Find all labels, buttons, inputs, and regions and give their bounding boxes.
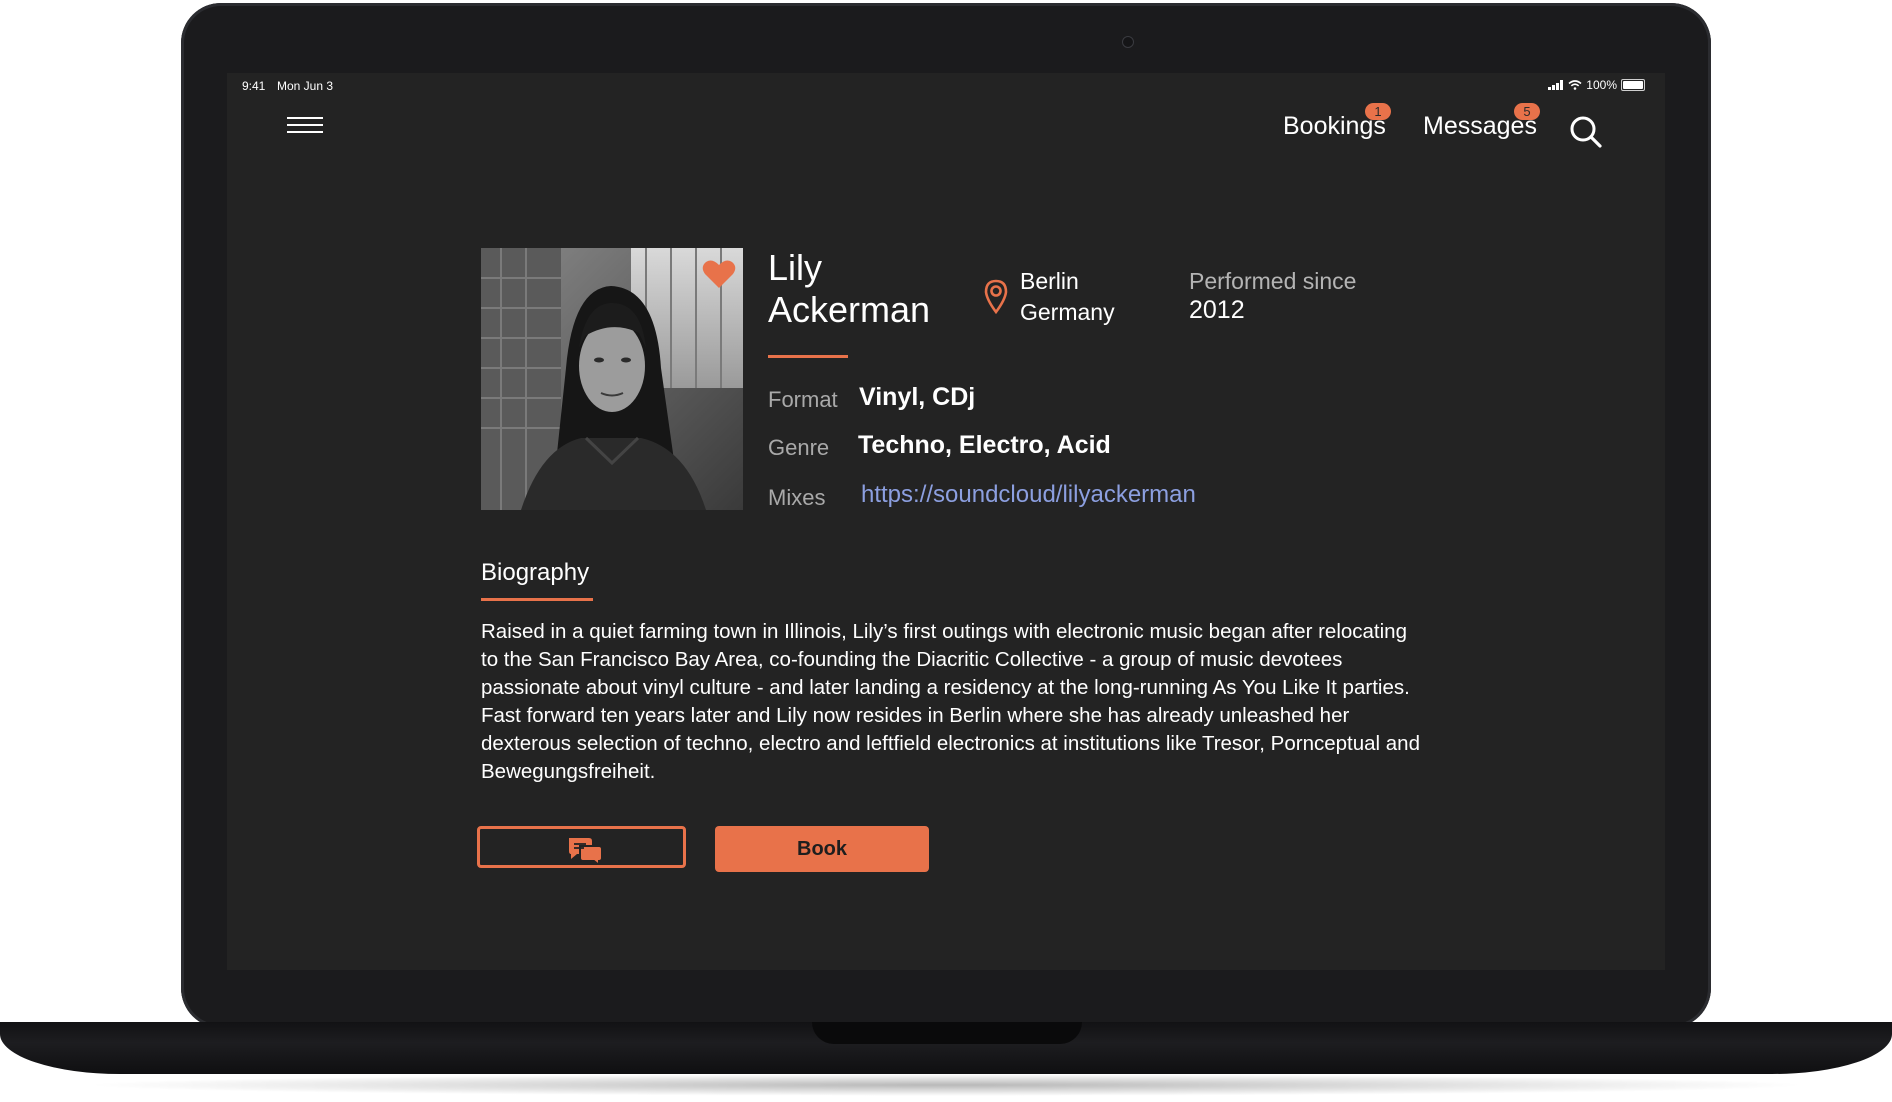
chat-bubbles-icon	[569, 838, 603, 865]
status-date: Mon Jun 3	[277, 79, 334, 93]
heart-icon[interactable]	[702, 259, 736, 289]
laptop-notch	[812, 1022, 1082, 1044]
location-country: Germany	[1020, 299, 1115, 325]
name-underline	[768, 355, 848, 358]
battery-icon	[1621, 79, 1645, 91]
performed-since-value: 2012	[1189, 296, 1245, 324]
signal-icon	[1548, 80, 1564, 90]
bookings-count-badge: 1	[1365, 103, 1391, 120]
biography-heading: Biography	[481, 559, 590, 586]
location-city: Berlin	[1020, 268, 1079, 294]
wifi-icon	[1568, 80, 1582, 90]
format-label: Format	[768, 387, 838, 412]
biography-text: Raised in a quiet farming town in Illino…	[481, 620, 1420, 783]
battery-percent: 100%	[1586, 78, 1617, 92]
message-button[interactable]	[477, 826, 686, 868]
performed-since-label: Performed since	[1189, 268, 1357, 294]
app-screen: 9:41 Mon Jun 3 100% Bookings 1 Messages …	[227, 73, 1665, 970]
book-button[interactable]: Book	[715, 826, 929, 872]
search-icon[interactable]	[1569, 115, 1603, 149]
status-indicators: 100%	[1548, 78, 1645, 92]
format-value: Vinyl, CDj	[859, 383, 976, 411]
messages-count-badge: 5	[1514, 103, 1540, 120]
mixes-label: Mixes	[768, 485, 826, 510]
artist-last-name: Ackerman	[768, 289, 931, 330]
artist-location: Berlin Germany	[1020, 266, 1115, 328]
nav-bookings[interactable]: Bookings 1	[1283, 103, 1391, 141]
laptop-shadow	[80, 1074, 1812, 1096]
mixes-link[interactable]: https://soundcloud/lilyackerman	[861, 481, 1196, 509]
artist-name: Lily Ackerman	[768, 247, 930, 331]
camera-dot	[1122, 36, 1134, 48]
genre-label: Genre	[768, 435, 830, 460]
biography-underline	[481, 598, 593, 601]
genre-value: Techno, Electro, Acid	[858, 431, 1111, 459]
status-time: 9:41	[242, 79, 266, 93]
artist-first-name: Lily	[768, 247, 823, 288]
status-bar: 9:41 Mon Jun 3 100%	[227, 73, 1665, 97]
location-pin-icon	[984, 279, 1008, 314]
nav-messages[interactable]: Messages 5	[1423, 103, 1540, 141]
hamburger-menu-icon[interactable]	[287, 117, 323, 135]
